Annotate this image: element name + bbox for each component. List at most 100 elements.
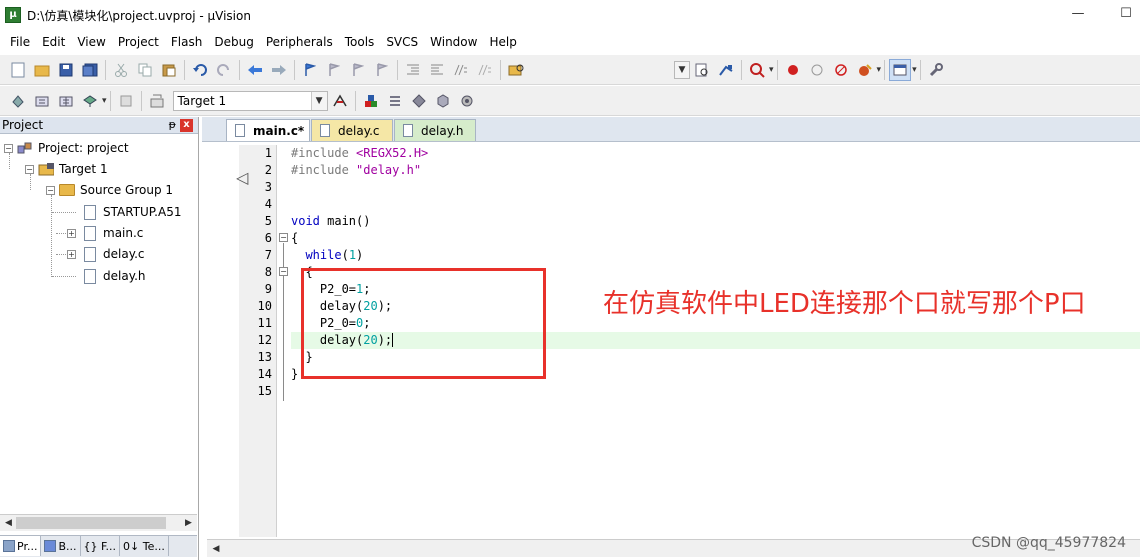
collapse-icon[interactable]: − (4, 143, 13, 153)
find-in-files-icon[interactable] (505, 59, 527, 81)
line-number: 14 (257, 367, 272, 381)
download-dropdown-icon[interactable]: ▾ (102, 96, 107, 106)
cut-icon[interactable] (110, 59, 132, 81)
undo-icon[interactable] (189, 59, 211, 81)
open-folder-icon[interactable] (31, 59, 53, 81)
load-icon[interactable] (146, 90, 168, 112)
maximize-button[interactable]: ☐ (1116, 6, 1136, 24)
paste-icon[interactable] (158, 59, 180, 81)
collapse-icon[interactable]: − (46, 185, 55, 195)
close-icon[interactable]: x (180, 119, 193, 132)
fold-collapse-icon[interactable]: − (279, 267, 288, 276)
file-icon (82, 268, 98, 284)
bookmark-icon[interactable] (299, 59, 321, 81)
menu-tools[interactable]: Tools (339, 35, 381, 49)
tab-delay-h[interactable]: delay.h (394, 119, 476, 141)
project-hscrollbar[interactable]: ◀ ▶ (0, 514, 197, 531)
menu-edit[interactable]: Edit (36, 35, 71, 49)
pack-installer-icon[interactable] (432, 90, 454, 112)
tree-item-file-label: delay.h (103, 269, 146, 283)
breakpoint-dropdown-icon[interactable]: ▾ (877, 65, 882, 75)
rte-icon[interactable] (456, 90, 478, 112)
target-dropdown-icon[interactable]: ▼ (310, 91, 327, 110)
copy-icon[interactable] (134, 59, 156, 81)
find-dropdown[interactable]: ▼ (674, 60, 690, 79)
file-icon (82, 204, 98, 220)
menu-help[interactable]: Help (483, 35, 522, 49)
tab-books[interactable]: B... (41, 536, 81, 556)
enable-breakpoint-icon[interactable] (806, 59, 828, 81)
pin-icon[interactable]: ᵽ (169, 117, 176, 133)
navigate-forward-icon[interactable] (268, 59, 290, 81)
title-bar: µ D:\仿真\模块化\project.uvproj - µVision — ☐ (0, 0, 1140, 30)
editor-margin[interactable] (207, 145, 237, 537)
manage-components-icon[interactable] (360, 90, 382, 112)
comment-icon[interactable] (450, 59, 472, 81)
save-all-icon[interactable] (79, 59, 101, 81)
navigate-back-icon[interactable] (244, 59, 266, 81)
books-tab-icon (44, 540, 57, 552)
debug-session-icon[interactable] (746, 59, 768, 81)
build-icon[interactable] (31, 90, 53, 112)
tree-item-main-c[interactable]: + main.c (67, 224, 143, 242)
tab-project[interactable]: Pr... (0, 536, 42, 556)
uncomment-icon[interactable] (474, 59, 496, 81)
redo-icon[interactable] (213, 59, 235, 81)
manage-items-icon[interactable] (384, 90, 406, 112)
tree-item-startup[interactable]: STARTUP.A51 (82, 203, 181, 221)
next-bookmark-icon[interactable] (347, 59, 369, 81)
tree-item-delay-h[interactable]: delay.h (82, 267, 146, 285)
stop-build-icon[interactable] (115, 90, 137, 112)
tab-delay-c[interactable]: delay.c (311, 119, 393, 141)
rebuild-icon[interactable] (55, 90, 77, 112)
window-layout-icon[interactable] (889, 58, 912, 81)
menu-peripherals[interactable]: Peripherals (260, 35, 339, 49)
tab-project-label: Pr... (17, 539, 38, 553)
prev-bookmark-icon[interactable] (323, 59, 345, 81)
tree-item-target[interactable]: − Target 1 (25, 160, 108, 178)
scroll-left-icon[interactable]: ◀ (1, 516, 16, 531)
scroll-left-icon[interactable]: ◀ (209, 542, 223, 556)
incremental-find-icon[interactable] (715, 59, 737, 81)
download-icon[interactable] (79, 90, 101, 112)
line-number: 10 (257, 299, 272, 313)
file-icon (403, 124, 413, 137)
menu-file[interactable]: File (4, 35, 36, 49)
menu-view[interactable]: View (71, 35, 111, 49)
kill-breakpoints-icon[interactable] (854, 59, 876, 81)
unindent-icon[interactable] (426, 59, 448, 81)
layout-dropdown-icon[interactable]: ▾ (912, 65, 917, 75)
save-icon[interactable] (55, 59, 77, 81)
tab-main-c[interactable]: main.c* (226, 119, 310, 141)
clear-bookmarks-icon[interactable] (371, 59, 393, 81)
tab-functions[interactable]: {} F... (81, 536, 121, 556)
insert-breakpoint-icon[interactable] (782, 59, 804, 81)
collapse-icon[interactable]: − (25, 164, 34, 174)
menu-flash[interactable]: Flash (165, 35, 208, 49)
tree-item-delay-c[interactable]: + delay.c (67, 245, 145, 263)
menu-svcs[interactable]: SVCS (380, 35, 424, 49)
indent-icon[interactable] (402, 59, 424, 81)
scroll-thumb[interactable] (16, 517, 166, 529)
minimize-button[interactable]: — (1068, 6, 1088, 24)
fold-collapse-icon[interactable]: − (279, 233, 288, 242)
debug-dropdown-icon[interactable]: ▾ (769, 65, 774, 75)
target-select[interactable]: Target 1 ▼ (172, 90, 328, 111)
tree-item-file-label: delay.c (103, 247, 145, 261)
expand-icon[interactable]: + (67, 228, 76, 238)
menu-project[interactable]: Project (112, 35, 165, 49)
menu-debug[interactable]: Debug (208, 35, 259, 49)
new-file-icon[interactable] (7, 59, 29, 81)
translate-icon[interactable] (7, 90, 29, 112)
expand-icon[interactable]: + (67, 249, 76, 259)
tree-item-source-group[interactable]: − Source Group 1 (46, 181, 173, 199)
select-software-packs-icon[interactable] (408, 90, 430, 112)
menu-window[interactable]: Window (424, 35, 483, 49)
tab-templates[interactable]: 0↓ Te... (120, 536, 169, 556)
tree-item-project[interactable]: − Project: project (4, 139, 129, 157)
scroll-right-icon[interactable]: ▶ (181, 516, 196, 531)
disable-breakpoints-icon[interactable] (830, 59, 852, 81)
target-options-icon[interactable] (329, 90, 351, 112)
find-icon[interactable] (691, 59, 713, 81)
configure-wrench-icon[interactable] (925, 59, 947, 81)
